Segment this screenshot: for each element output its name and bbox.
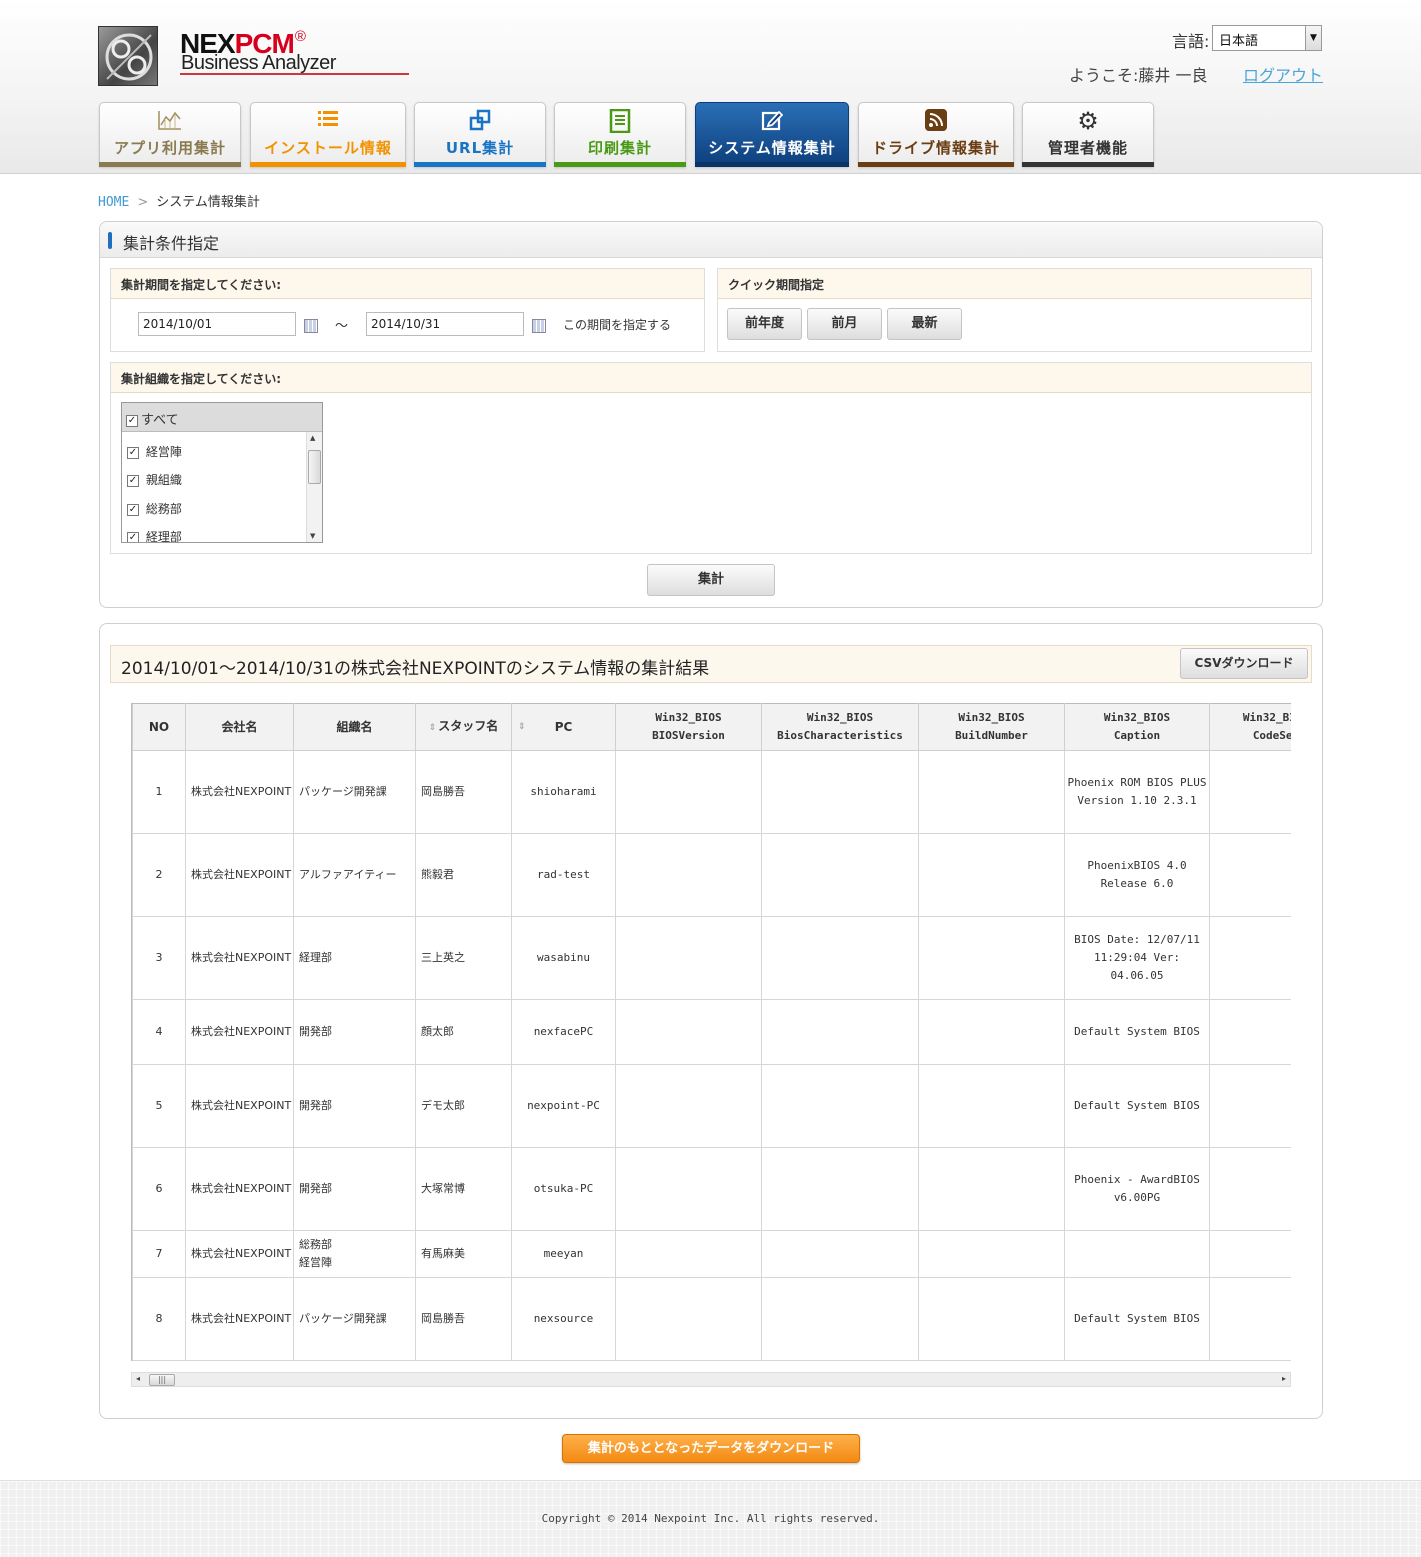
results-header: 2014/10/01〜2014/10/31の株式会社NEXPOINTのシステム情… — [110, 645, 1312, 683]
table-row: 8 株式会社NEXPOINT パッケージ開発課 岡島勝吾 nexsource D… — [132, 1277, 1291, 1361]
scroll-thumb[interactable]: ||| — [149, 1374, 175, 1386]
scroll-left-icon[interactable]: ◂ — [136, 1374, 140, 1383]
column-header: 会社名 — [185, 703, 294, 751]
table-row: 3 株式会社NEXPOINT 経理部 三上英之 wasabinu BIOS Da… — [132, 916, 1291, 1000]
breadcrumb-current: システム情報集計 — [156, 195, 260, 210]
logo-icon — [98, 26, 158, 86]
tab-drive-info[interactable]: ドライブ情報集計 — [858, 102, 1014, 167]
tab-install-info[interactable]: インストール情報 — [250, 102, 406, 167]
quick-period-label: クイック期間指定 — [718, 269, 1311, 299]
edit-icon — [696, 103, 848, 133]
scroll-thumb[interactable] — [308, 450, 321, 484]
tab-label: 管理者機能 — [1047, 139, 1128, 157]
select-all-label: すべて — [141, 413, 179, 428]
results-table: NO 会社名 組織名 ⇕ スタッフ名 ⇕ PC Win32_BIOS BIOSVers… — [132, 703, 1291, 1361]
column-header: Win32_BIOS Caption — [1064, 703, 1210, 751]
scroll-down-icon[interactable]: ▼ — [310, 532, 315, 540]
select-all-checkbox[interactable]: ✓ — [126, 414, 138, 427]
logout-link[interactable]: ログアウト — [1243, 62, 1323, 86]
date-to-input[interactable]: 2014/10/31 — [366, 312, 524, 336]
tab-label: ドライブ情報集計 — [871, 139, 1000, 157]
brand-underline — [180, 73, 409, 75]
language-select[interactable]: 日本語 ▼ — [1212, 25, 1322, 51]
table-row: 6 株式会社NEXPOINT 開発部 大塚常博 otsuka-PC Phoeni… — [132, 1147, 1291, 1231]
tab-admin[interactable]: ⚙ 管理者機能 — [1022, 102, 1154, 167]
period-box: 集計期間を指定してください: — [110, 268, 705, 352]
gear-icon: ⚙ — [1077, 107, 1099, 135]
org-checkbox[interactable]: ✓ — [127, 446, 139, 459]
breadcrumb-separator: > — [137, 195, 149, 210]
header: NEXPCM® Business Analyzer 言語: 日本語 ▼ ようこそ… — [0, 0, 1421, 174]
footer: Copyright © 2014 Nexpoint Inc. All right… — [0, 1480, 1421, 1557]
welcome-text: ようこそ:藤井 一良 — [1069, 66, 1208, 85]
csv-download-button[interactable]: CSVダウンロード — [1180, 648, 1308, 679]
list-item[interactable]: ✓ 総務部 — [127, 500, 182, 517]
organization-label: 集計組織を指定してください: — [111, 363, 1311, 393]
org-checkbox[interactable]: ✓ — [127, 474, 139, 487]
sort-icon[interactable]: ⇕ — [518, 718, 526, 736]
table-row: 7 株式会社NEXPOINT 総務部 経営陣 有馬麻美 meeyan — [132, 1230, 1291, 1278]
feed-icon — [859, 103, 1013, 133]
table-row: 2 株式会社NEXPOINT アルファアイティー 熊毅君 rad-test Ph… — [132, 833, 1291, 917]
tab-label: アプリ利用集計 — [113, 139, 226, 157]
calendar-icon[interactable] — [532, 319, 546, 333]
tab-label: URL集計 — [445, 139, 515, 157]
select-all-row[interactable]: ✓ すべて — [122, 403, 322, 432]
column-header: Win32_BIOS BIOSVersion — [615, 703, 762, 751]
table-row: 4 株式会社NEXPOINT 開発部 顔太郎 nexfacePC Default… — [132, 999, 1291, 1065]
chevron-down-icon: ▼ — [1305, 26, 1321, 50]
tab-label: 印刷集計 — [587, 139, 652, 157]
results-table-wrapper: NO 会社名 組織名 ⇕ スタッフ名 ⇕ PC Win32_BIOS BIOSVers… — [131, 703, 1291, 1361]
conditions-panel-header: 集計条件指定 — [100, 222, 1322, 258]
org-checkbox[interactable]: ✓ — [127, 503, 139, 516]
tab-label: インストール情報 — [264, 139, 392, 157]
last-month-button[interactable]: 前月 — [807, 308, 882, 340]
table-row: 1 株式会社NEXPOINT パッケージ開発課 岡島勝吾 shioharami … — [132, 750, 1291, 834]
brand-subtitle: Business Analyzer — [181, 52, 336, 74]
download-source-data-button[interactable]: 集計のもととなったデータをダウンロード — [562, 1434, 860, 1463]
date-range-tilde: 〜 — [335, 319, 349, 334]
conditions-title: 集計条件指定 — [123, 234, 220, 253]
column-header: Win32_BIOS BiosCharacteristics — [761, 703, 919, 751]
breadcrumb: HOME > システム情報集計 — [98, 191, 260, 210]
org-checkbox[interactable]: ✓ — [127, 531, 139, 542]
copyright-text: Copyright © 2014 Nexpoint Inc. All right… — [541, 1512, 880, 1525]
latest-button[interactable]: 最新 — [887, 308, 962, 340]
breadcrumb-home-link[interactable]: HOME — [98, 195, 129, 210]
sort-icon[interactable]: ⇕ — [429, 723, 437, 733]
tab-app-usage[interactable]: アプリ利用集計 — [99, 102, 241, 167]
period-label: 集計期間を指定してください: — [111, 269, 704, 299]
org-list-scrollbar[interactable]: ▲ ▼ — [306, 432, 322, 542]
list-item[interactable]: ✓ 経理部 — [127, 528, 182, 542]
list-icon — [251, 103, 405, 133]
date-from-input[interactable]: 2014/10/01 — [138, 312, 296, 336]
organization-list[interactable]: ✓ すべて ✓ 経営陣 ✓ 親組織 ✓ 総務部 ✓ 経理部 ▲ ▼ — [121, 402, 323, 543]
table-horizontal-scrollbar[interactable]: ◂ ||| ▸ — [131, 1372, 1291, 1387]
chart-icon — [100, 103, 240, 133]
tab-print[interactable]: 印刷集計 — [554, 102, 686, 167]
column-header-sortable[interactable]: ⇕ PC — [511, 703, 616, 751]
results-title: 2014/10/01〜2014/10/31の株式会社NEXPOINTのシステム情… — [121, 659, 710, 679]
tab-label: システム情報集計 — [708, 139, 836, 157]
column-header: 組織名 — [293, 703, 416, 751]
document-icon — [555, 103, 685, 134]
column-header: Win32_BIOS BuildNumber — [918, 703, 1065, 751]
aggregate-button[interactable]: 集計 — [647, 564, 775, 596]
table-header-row: NO 会社名 組織名 ⇕ スタッフ名 ⇕ PC Win32_BIOS BIOSVers… — [132, 703, 1291, 751]
scroll-right-icon[interactable]: ▸ — [1282, 1374, 1286, 1383]
list-item[interactable]: ✓ 経営陣 — [127, 443, 182, 460]
column-header-sortable[interactable]: ⇕ スタッフ名 — [415, 703, 512, 751]
column-header: NO — [132, 703, 186, 751]
calendar-icon[interactable] — [304, 319, 318, 333]
link-icon — [415, 103, 545, 133]
column-header: Win32_BIOSCodeSet — [1209, 703, 1291, 751]
tab-url[interactable]: URL集計 — [414, 102, 546, 167]
tab-system-info[interactable]: システム情報集計 — [695, 102, 849, 167]
table-row: 5 株式会社NEXPOINT 開発部 デモ太郎 nexpoint-PC Defa… — [132, 1064, 1291, 1148]
list-item[interactable]: ✓ 親組織 — [127, 471, 182, 488]
scroll-up-icon[interactable]: ▲ — [310, 434, 315, 442]
language-label: 言語: — [1172, 32, 1210, 51]
period-note: この期間を指定する — [563, 318, 672, 332]
last-fiscal-year-button[interactable]: 前年度 — [727, 308, 802, 340]
